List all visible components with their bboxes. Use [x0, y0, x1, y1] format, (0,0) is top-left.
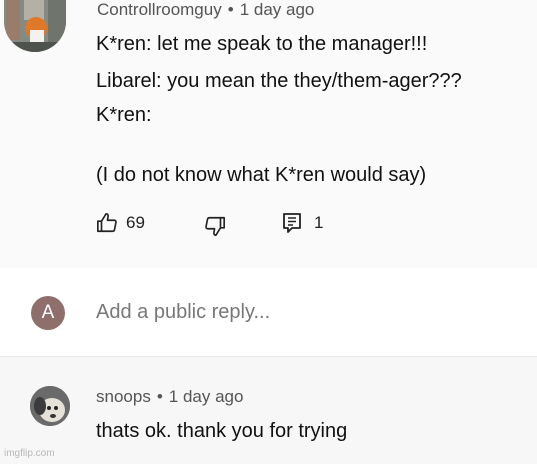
- like-button[interactable]: 69: [96, 212, 145, 234]
- reply-button[interactable]: 1: [282, 212, 323, 234]
- meta-separator: •: [227, 0, 234, 19]
- comment-timestamp[interactable]: 1 day ago: [240, 0, 315, 19]
- comment-line-3: K*ren:: [96, 104, 152, 126]
- thumbs-down-icon: [205, 216, 225, 236]
- reply-input[interactable]: Add a public reply...: [96, 301, 270, 324]
- reply-count: 1: [314, 213, 324, 232]
- thumbs-up-icon: [97, 213, 117, 233]
- reply-text: thats ok. thank you for trying: [96, 420, 348, 442]
- comment-line-2: Libarel: you mean the they/them-ager???: [96, 70, 462, 92]
- comment-line-4: (I do not know what K*ren would say): [96, 164, 427, 186]
- reply-timestamp[interactable]: 1 day ago: [169, 387, 244, 406]
- comment-meta: Controllroomguy • 1 day ago: [97, 0, 314, 20]
- watermark: imgflip.com: [4, 448, 55, 459]
- comment-username[interactable]: Controllroomguy: [97, 0, 222, 19]
- reply-avatar[interactable]: [30, 386, 70, 426]
- reply-icon: [283, 213, 301, 233]
- reply-container: [0, 357, 537, 464]
- reply-meta: snoops • 1 day ago: [96, 387, 243, 407]
- comment-line-1: K*ren: let me speak to the manager!!!: [96, 33, 428, 55]
- reply-meta-separator: •: [156, 387, 163, 406]
- dislike-button[interactable]: [204, 215, 226, 237]
- current-user-avatar: A: [31, 296, 65, 330]
- reply-username[interactable]: snoops: [96, 387, 151, 406]
- dog-avatar-icon: [30, 386, 70, 426]
- like-count: 69: [126, 213, 145, 232]
